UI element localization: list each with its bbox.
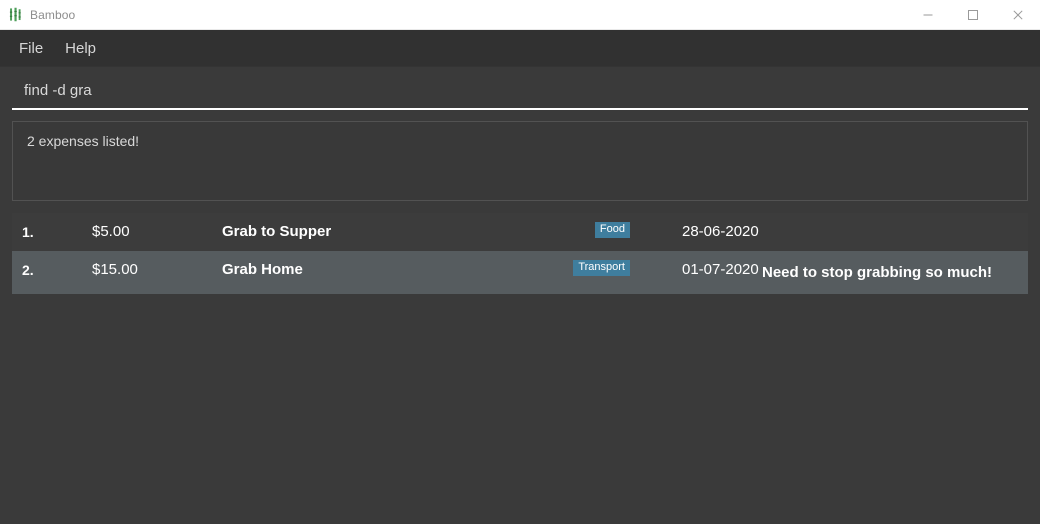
- window-title: Bamboo: [30, 7, 76, 22]
- row-name: Grab Home: [222, 261, 303, 278]
- minimize-icon: [922, 9, 934, 21]
- result-message: 2 expenses listed!: [27, 133, 140, 149]
- expense-list: 1. $5.00 Grab to Supper Food 28-06-2020 …: [0, 201, 1040, 524]
- row-note: Need to stop grabbing so much!: [762, 264, 993, 281]
- menu-item-help[interactable]: Help: [54, 37, 107, 60]
- maximize-icon: [967, 9, 979, 21]
- close-button[interactable]: [995, 0, 1040, 29]
- window-controls: [905, 0, 1040, 29]
- menu-item-file[interactable]: File: [8, 37, 54, 60]
- row-index: 1.: [22, 224, 34, 240]
- row-date: 01-07-2020: [682, 261, 759, 278]
- table-row[interactable]: 2. $15.00 Grab Home Transport 01-07-2020…: [12, 251, 1028, 294]
- title-bar-left: Bamboo: [0, 7, 75, 22]
- status-badge: Food: [594, 222, 630, 238]
- maximize-button[interactable]: [950, 0, 995, 29]
- command-area: find -d gra: [0, 67, 1040, 110]
- menu-bar: File Help: [0, 30, 1040, 67]
- row-index: 2.: [22, 262, 34, 278]
- result-display-box: 2 expenses listed!: [12, 121, 1028, 201]
- row-date: 28-06-2020: [682, 223, 759, 240]
- row-tag-cell: Transport: [507, 260, 632, 276]
- row-amount: $5.00: [92, 223, 130, 240]
- result-area: 2 expenses listed!: [0, 110, 1040, 201]
- row-amount: $15.00: [92, 261, 138, 278]
- application-window: Bamboo File Help find -d gra 2 expenses …: [0, 0, 1040, 524]
- status-badge: Transport: [573, 260, 630, 276]
- command-input[interactable]: find -d gra: [12, 81, 1028, 110]
- minimize-button[interactable]: [905, 0, 950, 29]
- bamboo-icon: [8, 7, 23, 22]
- close-icon: [1012, 9, 1024, 21]
- table-row[interactable]: 1. $5.00 Grab to Supper Food 28-06-2020: [12, 213, 1028, 251]
- row-tag-cell: Food: [507, 222, 632, 238]
- title-bar: Bamboo: [0, 0, 1040, 30]
- command-input-value: find -d gra: [24, 82, 92, 99]
- row-name: Grab to Supper: [222, 223, 332, 240]
